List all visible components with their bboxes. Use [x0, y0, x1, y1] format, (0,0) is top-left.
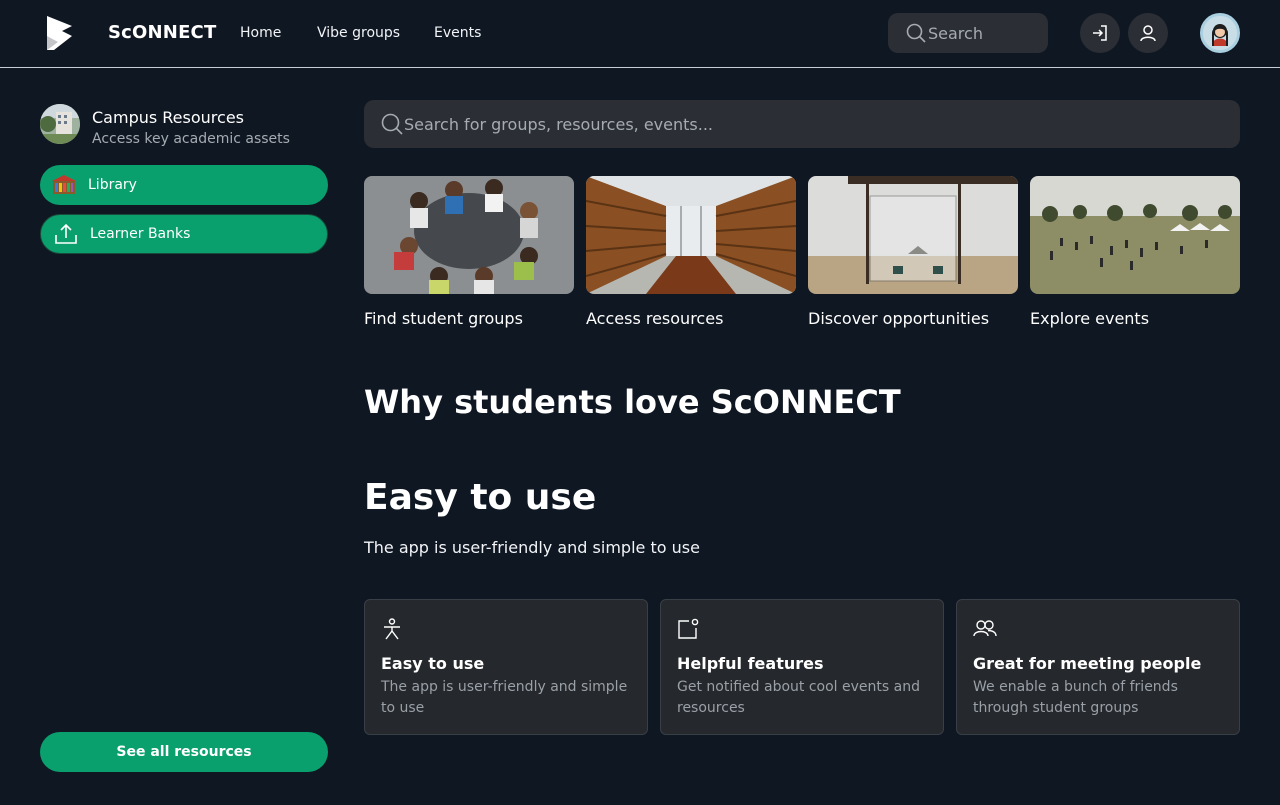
people-icon [973, 620, 997, 637]
feature-title: Easy to use [381, 654, 485, 673]
card-label-access-resources[interactable]: Access resources [586, 309, 723, 328]
why-heading: Why students love ScONNECT [364, 383, 901, 421]
feature-card-meeting-people: Great for meeting people We enable a bun… [956, 599, 1240, 735]
easy-heading: Easy to use [364, 477, 597, 518]
sidebar-item-learner-banks[interactable]: Learner Banks [40, 214, 328, 254]
nav-vibe-groups[interactable]: Vibe groups [317, 25, 400, 41]
search-icon [381, 113, 403, 135]
events-image[interactable] [1030, 176, 1240, 294]
avatar-image [1203, 16, 1237, 50]
card-label-discover-opportunities[interactable]: Discover opportunities [808, 309, 989, 328]
sidebar-item-label: Library [88, 177, 137, 193]
top-search-box[interactable] [888, 13, 1048, 53]
campus-image [40, 104, 80, 144]
main-search-input[interactable] [404, 100, 1224, 148]
sidebar-item-label: Learner Banks [90, 226, 191, 242]
upload-icon [55, 223, 77, 244]
profile-avatar[interactable] [1200, 13, 1240, 53]
brand-name[interactable]: ScONNECT [108, 22, 216, 43]
login-button[interactable] [1080, 13, 1120, 53]
feature-title: Helpful features [677, 654, 824, 673]
sidebar-item-library[interactable]: Library [40, 165, 328, 205]
card-label-explore-events[interactable]: Explore events [1030, 309, 1149, 328]
user-button[interactable] [1128, 13, 1168, 53]
search-icon [906, 23, 926, 43]
card-label-find-student-groups[interactable]: Find student groups [364, 309, 523, 328]
person-icon [384, 618, 400, 640]
easy-subtitle: The app is user-friendly and simple to u… [364, 538, 700, 557]
sidebar-subtitle: Access key academic assets [92, 131, 290, 147]
see-all-resources-button[interactable]: See all resources [40, 732, 328, 772]
feature-card-easy-to-use: Easy to use The app is user-friendly and… [364, 599, 648, 735]
feature-description: Get notified about cool events and resou… [677, 679, 920, 716]
resources-image[interactable] [586, 176, 796, 294]
sidebar-title: Campus Resources [92, 108, 244, 127]
main-search-box[interactable] [364, 100, 1240, 148]
feature-description: We enable a bunch of friends through stu… [973, 679, 1178, 716]
top-bar: ScONNECT Home Vibe groups Events [0, 0, 1280, 68]
feature-card-helpful-features: Helpful features Get notified about cool… [660, 599, 944, 735]
top-search-input[interactable] [928, 13, 1038, 53]
student-groups-image[interactable] [364, 176, 574, 294]
sconnect-logo[interactable] [44, 14, 74, 52]
feature-description: The app is user-friendly and simple to u… [381, 679, 628, 716]
login-icon [1093, 25, 1107, 41]
library-icon [52, 175, 76, 194]
user-icon [1140, 25, 1156, 42]
nav-events[interactable]: Events [434, 25, 481, 41]
notification-icon [678, 618, 699, 639]
feature-title: Great for meeting people [973, 654, 1202, 673]
nav-home[interactable]: Home [240, 25, 281, 41]
opportunities-image[interactable] [808, 176, 1018, 294]
